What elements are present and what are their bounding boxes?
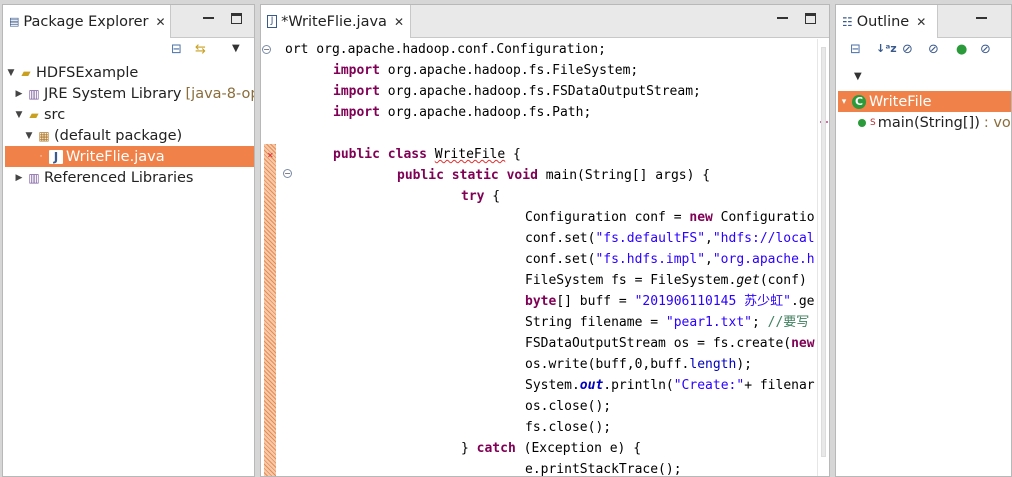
outline-label: WriteFile: [869, 93, 932, 110]
tree-item-referenced-libraries[interactable]: ▶ ▥ Referenced Libraries: [13, 167, 194, 188]
tree-label: src: [44, 106, 66, 123]
expand-down-icon[interactable]: ▼: [13, 110, 25, 120]
close-icon[interactable]: ✕: [916, 15, 926, 29]
minimize-icon[interactable]: [976, 13, 987, 25]
minimize-icon[interactable]: [203, 13, 214, 25]
expand-right-icon[interactable]: ▶: [13, 173, 25, 183]
editor-tabbar: J *WriteFlie.java ✕: [261, 5, 829, 38]
tree-item-file[interactable]: · J WriteFlie.java: [5, 146, 254, 167]
code-line: FileSystem fs = FileSystem.get(conf): [525, 273, 807, 288]
overview-ruler[interactable]: [817, 39, 829, 476]
outline-return-type: : voic: [983, 114, 1011, 131]
outline-item-method[interactable]: S main(String[]) : voic: [858, 112, 1011, 133]
outline-label: main(String[]): [877, 114, 980, 131]
tab-label: *WriteFlie.java: [281, 13, 387, 30]
project-folder-icon: ▰: [21, 65, 31, 80]
hide-static-icon[interactable]: ⊘: [928, 42, 939, 58]
collapse-all-icon[interactable]: ⊟: [850, 42, 861, 58]
view-menu-icon[interactable]: ▼: [854, 69, 862, 85]
code-line: fs.close();: [525, 420, 612, 435]
java-file-icon: J: [267, 15, 278, 28]
code-line: e.printStackTrace();: [525, 462, 682, 477]
editor-panel: J *WriteFlie.java ✕ − ✕ − ort org.apache…: [260, 4, 830, 477]
sort-alpha-icon[interactable]: ↓ᵃz: [876, 41, 897, 57]
tree-label: HDFSExample: [36, 64, 139, 81]
package-explorer-panel: ▤ Package Explorer ✕ ⊟ ⇆ ▼ ▼ ▰ HDFSExamp…: [2, 4, 255, 477]
tree-label: WriteFlie.java: [66, 148, 165, 165]
code-line: try {: [461, 189, 501, 204]
public-method-icon: [858, 118, 866, 127]
tab-outline[interactable]: ☷ Outline ✕: [836, 5, 938, 38]
tree-label: (default package): [54, 127, 183, 144]
tree-item-default-package[interactable]: ▼ ▦ (default package): [23, 125, 183, 146]
maximize-icon[interactable]: [805, 13, 816, 24]
error-marker-icon: ✕: [267, 151, 274, 160]
link-with-editor-icon[interactable]: ⇆: [195, 42, 206, 58]
tab-label: Outline: [856, 13, 910, 30]
library-icon: ▥: [28, 170, 40, 185]
expand-right-icon[interactable]: ▶: [13, 89, 25, 99]
hide-fields-icon[interactable]: ⊘: [902, 42, 913, 58]
bullet-icon: ·: [39, 151, 43, 162]
fold-collapse-icon[interactable]: −: [262, 45, 271, 54]
collapse-all-icon[interactable]: ⊟: [171, 42, 182, 58]
expand-down-icon[interactable]: ▼: [23, 131, 35, 141]
tree-item-src[interactable]: ▼ ▰ src: [13, 104, 66, 125]
java-file-icon: J: [49, 149, 63, 164]
expand-down-icon[interactable]: ▼: [5, 68, 17, 78]
static-marker-icon: S: [870, 117, 876, 128]
tree-label: JRE System Library: [44, 85, 182, 102]
code-area[interactable]: ort org.apache.hadoop.conf.Configuration…: [285, 39, 817, 476]
library-icon: ▥: [28, 86, 40, 101]
package-icon: ▦: [38, 128, 50, 143]
code-line: public class WriteFile {: [333, 147, 521, 162]
outline-icon: ☷: [842, 14, 853, 29]
outline-item-class[interactable]: ▾ C WriteFile: [838, 91, 1011, 112]
outline-tabbar: ☷ Outline ✕: [836, 5, 1011, 38]
close-icon[interactable]: ✕: [394, 15, 404, 29]
code-line: import org.apache.hadoop.fs.Path;: [333, 105, 592, 120]
code-line: conf.set("fs.hdfs.impl","org.apache.h: [525, 252, 815, 267]
hide-nonpublic-icon[interactable]: ●: [956, 42, 967, 58]
expand-down-icon[interactable]: ▾: [838, 97, 850, 107]
tree-label: Referenced Libraries: [44, 169, 194, 186]
tree-item-jre[interactable]: ▶ ▥ JRE System Library [java-8-oper: [13, 83, 254, 104]
minimize-icon[interactable]: [777, 13, 788, 25]
outline-panel: ☷ Outline ✕ ⊟ ↓ᵃz ⊘ ⊘ ● ⊘ ▼ ▾ C WriteFil…: [835, 4, 1012, 477]
code-line: ort org.apache.hadoop.conf.Configuration…: [285, 42, 606, 57]
tab-package-explorer[interactable]: ▤ Package Explorer ✕: [3, 5, 171, 38]
code-line: FSDataOutputStream os = fs.create(new: [525, 336, 815, 351]
scrollbar-thumb[interactable]: [821, 47, 826, 457]
class-icon: C: [852, 94, 866, 109]
code-line: os.write(buff,0,buff.length);: [525, 357, 752, 372]
code-line: System.out.println("Create:"+ filenar: [525, 378, 815, 393]
code-line: String filename = "pear1.txt"; //要写: [525, 315, 810, 330]
code-line: } catch (Exception e) {: [461, 441, 642, 456]
view-menu-icon[interactable]: ▼: [232, 41, 240, 57]
change-marker-strip: [264, 144, 276, 476]
package-explorer-icon: ▤: [9, 15, 20, 28]
code-line: import org.apache.hadoop.fs.FileSystem;: [333, 63, 639, 78]
tab-editor-file[interactable]: J *WriteFlie.java ✕: [261, 5, 411, 38]
code-line: os.close();: [525, 399, 612, 414]
close-icon[interactable]: ✕: [156, 15, 166, 29]
code-line: Configuration conf = new Configuratio: [525, 210, 815, 225]
editor-ruler: − ✕ −: [261, 39, 292, 476]
hide-local-types-icon[interactable]: ⊘: [980, 42, 991, 58]
package-explorer-tabbar: ▤ Package Explorer ✕: [3, 5, 254, 38]
tab-label: Package Explorer: [23, 13, 149, 30]
tree-item-project[interactable]: ▼ ▰ HDFSExample: [5, 62, 139, 83]
code-line: byte[] buff = "201906110145 苏少虹".ge: [525, 294, 815, 309]
code-line: conf.set("fs.defaultFS","hdfs://local: [525, 231, 815, 246]
maximize-icon[interactable]: [231, 13, 242, 24]
source-folder-icon: ▰: [29, 107, 39, 122]
code-line: public static void main(String[] args) {: [397, 168, 711, 183]
tree-decoration: [java-8-oper: [185, 85, 254, 102]
code-line: import org.apache.hadoop.fs.FSDataOutput…: [333, 84, 701, 99]
